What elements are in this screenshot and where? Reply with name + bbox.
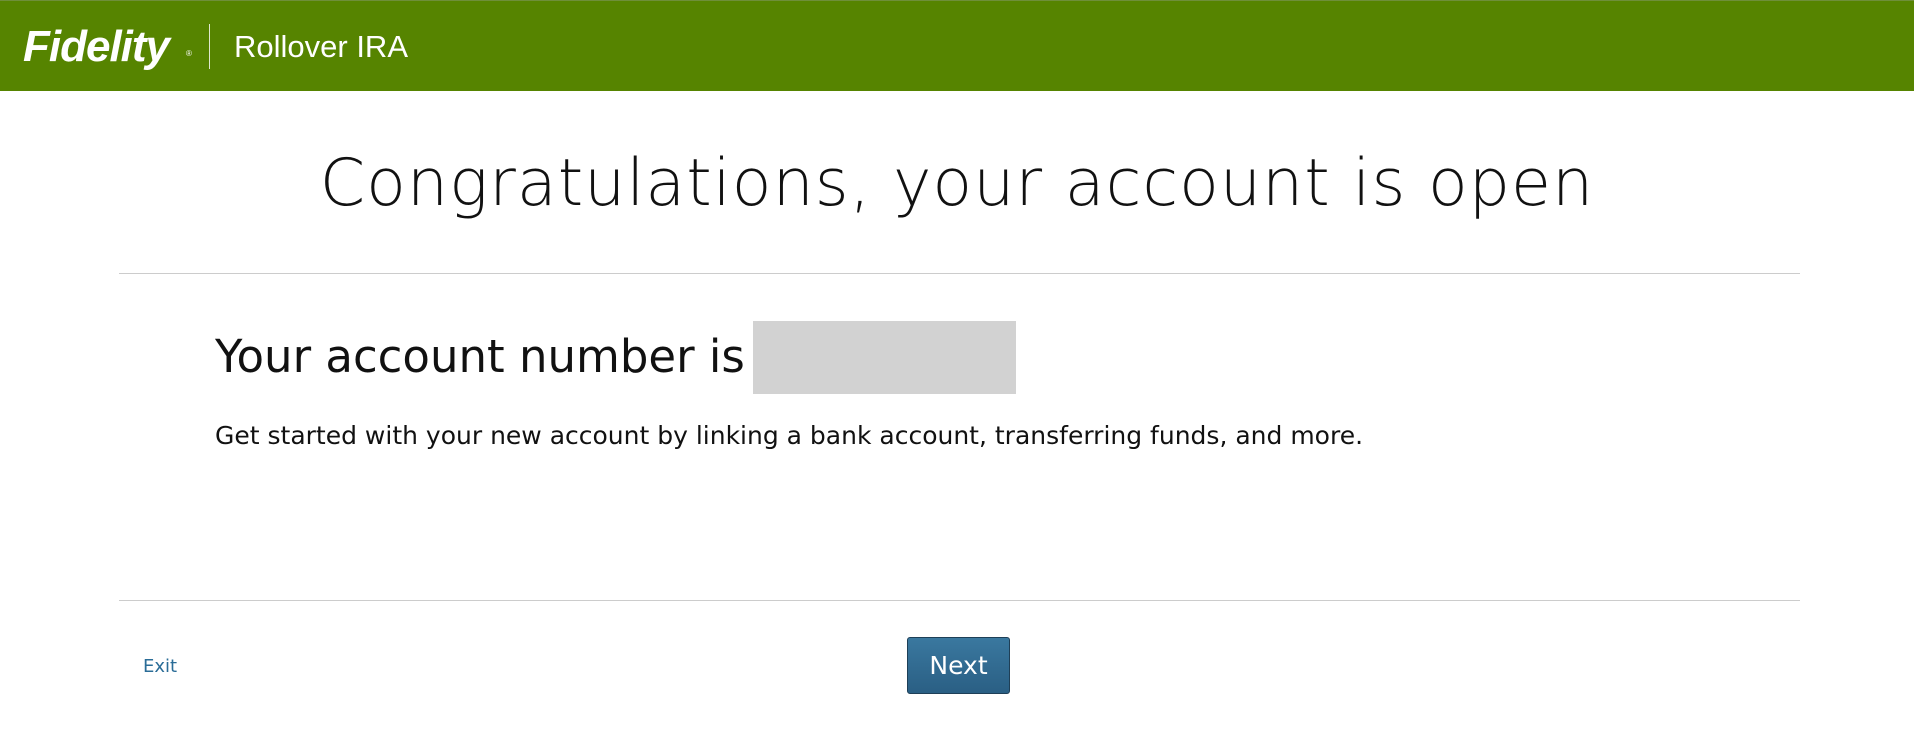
top-divider: [119, 273, 1800, 274]
top-header-bar: Fidelity ® Rollover IRA: [0, 0, 1914, 91]
header-divider: [209, 24, 210, 69]
product-name: Rollover IRA: [234, 29, 408, 64]
get-started-text: Get started with your new account by lin…: [215, 421, 1364, 450]
bottom-divider: [119, 600, 1800, 601]
page: Fidelity ® Rollover IRA Congratulations,…: [0, 0, 1914, 732]
account-number-row: Your account number is: [215, 320, 1016, 394]
page-title: Congratulations, your account is open: [319, 146, 1595, 221]
account-number-redacted: [752, 320, 1016, 394]
registered-mark: ®: [186, 49, 192, 58]
next-button[interactable]: Next: [907, 637, 1010, 694]
fidelity-logo[interactable]: Fidelity: [23, 19, 170, 75]
account-number-label: Your account number is: [215, 330, 745, 383]
exit-link[interactable]: Exit: [143, 656, 177, 678]
